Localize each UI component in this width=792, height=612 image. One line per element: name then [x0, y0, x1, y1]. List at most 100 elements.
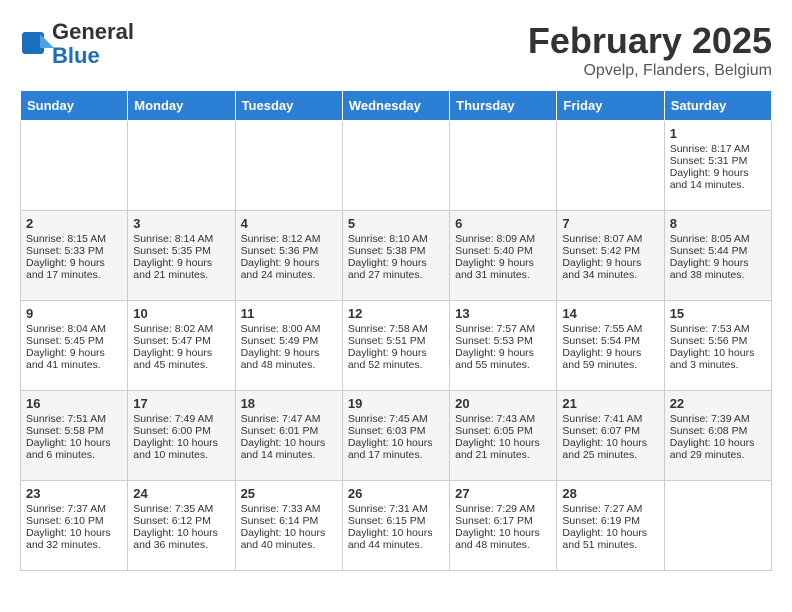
calendar-cell: [235, 121, 342, 211]
calendar-cell: 23Sunrise: 7:37 AMSunset: 6:10 PMDayligh…: [21, 481, 128, 571]
day-info: Sunrise: 7:39 AM: [670, 413, 766, 425]
day-number: 12: [348, 306, 444, 321]
day-number: 4: [241, 216, 337, 231]
day-info: Daylight: 10 hours and 51 minutes.: [562, 527, 658, 551]
day-number: 23: [26, 486, 122, 501]
day-number: 21: [562, 396, 658, 411]
day-info: Daylight: 10 hours and 21 minutes.: [455, 437, 551, 461]
day-info: Daylight: 9 hours and 52 minutes.: [348, 347, 444, 371]
header-day-sunday: Sunday: [21, 91, 128, 121]
calendar-cell: 4Sunrise: 8:12 AMSunset: 5:36 PMDaylight…: [235, 211, 342, 301]
day-info: Sunset: 6:08 PM: [670, 425, 766, 437]
day-info: Sunset: 5:42 PM: [562, 245, 658, 257]
day-info: Sunset: 6:19 PM: [562, 515, 658, 527]
day-info: Sunset: 5:53 PM: [455, 335, 551, 347]
day-info: Daylight: 10 hours and 29 minutes.: [670, 437, 766, 461]
day-info: Sunrise: 8:07 AM: [562, 233, 658, 245]
day-info: Sunrise: 7:58 AM: [348, 323, 444, 335]
day-number: 17: [133, 396, 229, 411]
day-info: Sunrise: 7:27 AM: [562, 503, 658, 515]
week-row-2: 9Sunrise: 8:04 AMSunset: 5:45 PMDaylight…: [21, 301, 772, 391]
day-info: Sunrise: 7:31 AM: [348, 503, 444, 515]
calendar-table: SundayMondayTuesdayWednesdayThursdayFrid…: [20, 90, 772, 571]
day-info: Sunrise: 8:17 AM: [670, 143, 766, 155]
day-number: 19: [348, 396, 444, 411]
day-info: Sunrise: 7:35 AM: [133, 503, 229, 515]
day-number: 11: [241, 306, 337, 321]
day-info: Sunset: 5:31 PM: [670, 155, 766, 167]
title-block: February 2025 Opvelp, Flanders, Belgium: [528, 20, 772, 80]
calendar-cell: 16Sunrise: 7:51 AMSunset: 5:58 PMDayligh…: [21, 391, 128, 481]
calendar-cell: 5 Sunrise: 8:10 AMSunset: 5:38 PMDaylight…: [342, 211, 449, 301]
day-number: 10: [133, 306, 229, 321]
day-info: Sunset: 6:10 PM: [26, 515, 122, 527]
day-info: Sunrise: 7:55 AM: [562, 323, 658, 335]
calendar-cell: [342, 121, 449, 211]
day-info: Sunrise: 8:15 AM: [26, 233, 122, 245]
header-day-saturday: Saturday: [664, 91, 771, 121]
day-info: Daylight: 10 hours and 40 minutes.: [241, 527, 337, 551]
week-row-0: 1Sunrise: 8:17 AMSunset: 5:31 PMDaylight…: [21, 121, 772, 211]
day-number: 2: [26, 216, 122, 231]
day-info: Daylight: 9 hours and 59 minutes.: [562, 347, 658, 371]
calendar-cell: 20Sunrise: 7:43 AMSunset: 6:05 PMDayligh…: [450, 391, 557, 481]
day-info: Sunset: 6:07 PM: [562, 425, 658, 437]
calendar-cell: 3Sunrise: 8:14 AMSunset: 5:35 PMDaylight…: [128, 211, 235, 301]
day-info: Sunrise: 8:14 AM: [133, 233, 229, 245]
day-info: Sunset: 6:01 PM: [241, 425, 337, 437]
day-info: Daylight: 9 hours and 24 minutes.: [241, 257, 337, 281]
day-info: Sunrise: 7:47 AM: [241, 413, 337, 425]
month-title: February 2025: [528, 20, 772, 62]
calendar-cell: 17 Sunrise: 7:49 AMSunset: 6:00 PMDayligh…: [128, 391, 235, 481]
day-info: Daylight: 10 hours and 10 minutes.: [133, 437, 229, 461]
day-info: Sunset: 6:14 PM: [241, 515, 337, 527]
day-number: 1: [670, 126, 766, 141]
calendar-cell: [450, 121, 557, 211]
calendar-cell: 13Sunrise: 7:57 AMSunset: 5:53 PMDayligh…: [450, 301, 557, 391]
day-info: Sunset: 6:17 PM: [455, 515, 551, 527]
day-info: Sunset: 5:54 PM: [562, 335, 658, 347]
day-number: 28: [562, 486, 658, 501]
day-number: 9: [26, 306, 122, 321]
day-info: Daylight: 9 hours and 21 minutes.: [133, 257, 229, 281]
calendar-cell: 7Sunrise: 8:07 AMSunset: 5:42 PMDaylight…: [557, 211, 664, 301]
day-info: Daylight: 10 hours and 17 minutes.: [348, 437, 444, 461]
day-info: Daylight: 10 hours and 36 minutes.: [133, 527, 229, 551]
day-info: Sunset: 5:38 PM: [348, 245, 444, 257]
day-info: Sunrise: 8:02 AM: [133, 323, 229, 335]
day-info: Sunrise: 7:33 AM: [241, 503, 337, 515]
day-info: Sunset: 5:58 PM: [26, 425, 122, 437]
day-info: Sunset: 6:00 PM: [133, 425, 229, 437]
calendar-cell: 8Sunrise: 8:05 AMSunset: 5:44 PMDaylight…: [664, 211, 771, 301]
day-info: Daylight: 9 hours and 27 minutes.: [348, 257, 444, 281]
day-info: Sunrise: 8:10 AM: [348, 233, 444, 245]
logo-icon: [20, 30, 48, 58]
day-number: 22: [670, 396, 766, 411]
day-info: Daylight: 10 hours and 3 minutes.: [670, 347, 766, 371]
header-day-wednesday: Wednesday: [342, 91, 449, 121]
location: Opvelp, Flanders, Belgium: [528, 62, 772, 80]
day-info: Sunrise: 7:43 AM: [455, 413, 551, 425]
day-number: 26: [348, 486, 444, 501]
day-info: Sunrise: 7:37 AM: [26, 503, 122, 515]
calendar-cell: [21, 121, 128, 211]
day-number: 25: [241, 486, 337, 501]
day-info: Sunrise: 7:49 AM: [133, 413, 229, 425]
day-info: Sunset: 5:45 PM: [26, 335, 122, 347]
day-info: Daylight: 9 hours and 38 minutes.: [670, 257, 766, 281]
calendar-cell: 25 Sunrise: 7:33 AMSunset: 6:14 PMDayligh…: [235, 481, 342, 571]
logo: General Blue: [20, 20, 134, 68]
day-info: Daylight: 10 hours and 44 minutes.: [348, 527, 444, 551]
day-number: 5: [348, 216, 444, 231]
day-number: 27: [455, 486, 551, 501]
calendar-cell: 22 Sunrise: 7:39 AMSunset: 6:08 PMDayligh…: [664, 391, 771, 481]
day-info: Daylight: 10 hours and 6 minutes.: [26, 437, 122, 461]
day-info: Sunset: 5:35 PM: [133, 245, 229, 257]
day-info: Daylight: 9 hours and 41 minutes.: [26, 347, 122, 371]
header-day-tuesday: Tuesday: [235, 91, 342, 121]
day-number: 7: [562, 216, 658, 231]
day-info: Sunrise: 8:00 AM: [241, 323, 337, 335]
calendar-cell: [664, 481, 771, 571]
day-info: Sunrise: 8:05 AM: [670, 233, 766, 245]
day-info: Sunset: 5:47 PM: [133, 335, 229, 347]
